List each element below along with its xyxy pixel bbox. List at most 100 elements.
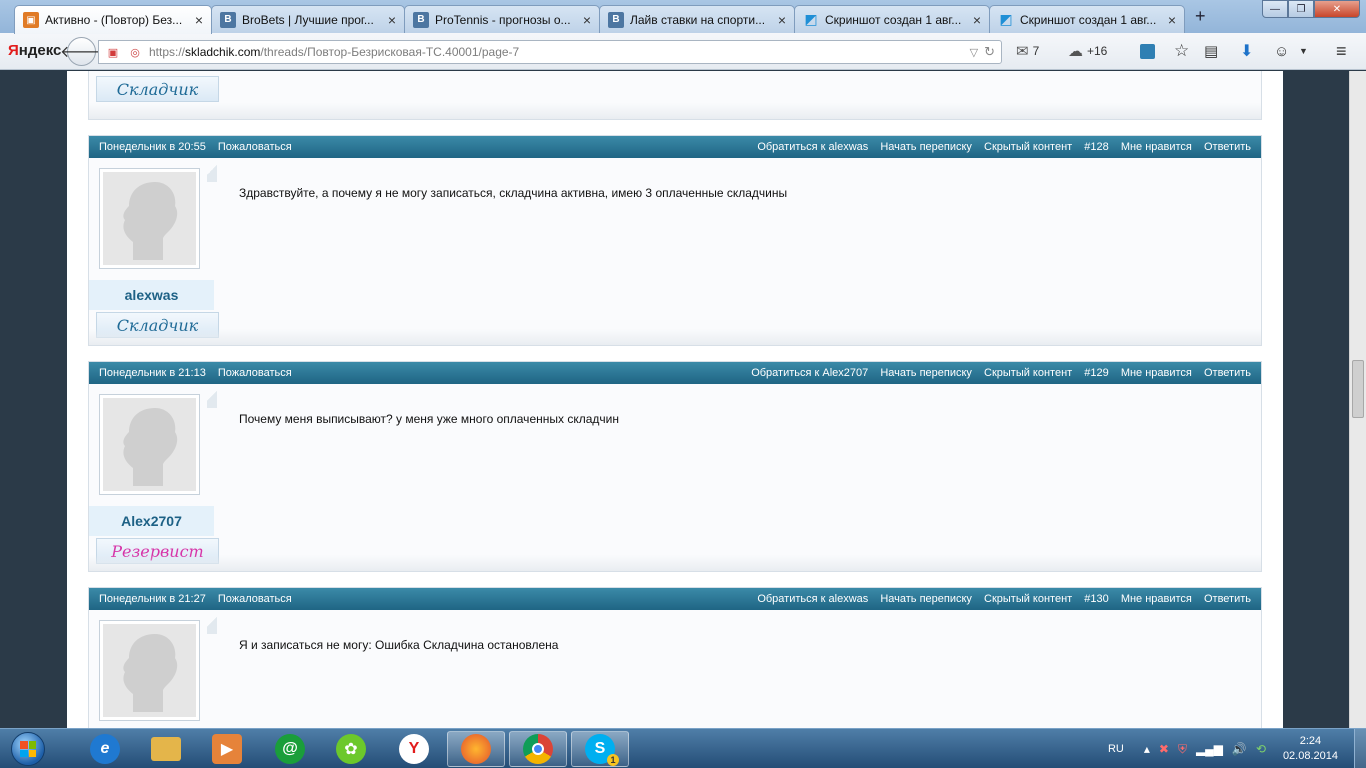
language-indicator[interactable]: RU: [1108, 743, 1124, 755]
tab-5[interactable]: ◩ Скриншот создан 1 авг... ×: [989, 5, 1185, 33]
post-author: Alex2707 Резервист: [89, 384, 219, 571]
weather-widget[interactable]: ☁ +16: [1068, 41, 1107, 61]
avatar[interactable]: [99, 168, 200, 269]
site-identity-icon[interactable]: ◎: [127, 44, 143, 60]
signal-icon[interactable]: ▂▄▆: [1196, 742, 1223, 756]
menu-icon[interactable]: ≡: [1336, 41, 1347, 61]
media-player-icon[interactable]: ▶: [198, 731, 256, 767]
mail-counter[interactable]: ✉ 7: [1016, 41, 1039, 61]
screenshot-icon: ◩: [999, 11, 1013, 27]
close-icon[interactable]: ×: [388, 12, 396, 28]
smiley-icon[interactable]: ☺: [1274, 41, 1289, 61]
like-link[interactable]: Мне нравится: [1121, 593, 1192, 605]
hidden-content-link[interactable]: Скрытый контент: [984, 367, 1072, 379]
back-button[interactable]: 🡐: [60, 37, 103, 66]
post-time[interactable]: Понедельник в 21:13: [99, 367, 206, 379]
skype-icon[interactable]: S1: [571, 731, 629, 767]
like-link[interactable]: Мне нравится: [1121, 367, 1192, 379]
show-desktop-button[interactable]: [1354, 729, 1366, 768]
yandex-browser-icon[interactable]: Y: [385, 731, 443, 767]
cloud-icon: ☁: [1068, 43, 1083, 60]
internet-explorer-icon[interactable]: e: [76, 731, 134, 767]
start-conversation-link[interactable]: Начать переписку: [880, 141, 972, 153]
avatar[interactable]: [99, 620, 200, 721]
tab-4[interactable]: ◩ Скриншот создан 1 авг... ×: [794, 5, 990, 33]
post-number-link[interactable]: #129: [1084, 367, 1108, 379]
chrome-icon[interactable]: [509, 731, 567, 767]
post-time[interactable]: Понедельник в 21:27: [99, 593, 206, 605]
report-link[interactable]: Пожаловаться: [218, 593, 292, 605]
post-message: Здравствуйте, а почему я не могу записат…: [239, 186, 788, 200]
address-bar[interactable]: ▣ ◎ https://skladchik.com/threads/Повтор…: [98, 40, 1002, 64]
tray-chevron-icon[interactable]: ▴: [1144, 742, 1150, 756]
report-link[interactable]: Пожаловаться: [218, 367, 292, 379]
arrow-left-icon: 🡐: [60, 44, 103, 61]
file-explorer-icon[interactable]: [137, 731, 195, 767]
minimize-button[interactable]: —: [1262, 0, 1288, 18]
maximize-button[interactable]: ❐: [1288, 0, 1314, 18]
hidden-content-link[interactable]: Скрытый контент: [984, 141, 1072, 153]
mention-link[interactable]: Обратиться к alexwas: [757, 141, 868, 153]
close-icon[interactable]: ×: [973, 12, 981, 28]
icq-icon[interactable]: ✿: [322, 731, 380, 767]
download-icon[interactable]: ⬇: [1240, 41, 1253, 61]
tab-title: Скриншот создан 1 авг...: [825, 12, 962, 27]
scrollbar-thumb[interactable]: [1352, 360, 1364, 418]
new-tab-button[interactable]: +: [1195, 6, 1206, 27]
clock[interactable]: 2:24 02.08.2014: [1283, 734, 1338, 764]
post-129: Понедельник в 21:13 Пожаловаться Обратит…: [88, 361, 1262, 572]
hidden-content-link[interactable]: Скрытый контент: [984, 593, 1072, 605]
post-128: Понедельник в 20:55 Пожаловаться Обратит…: [88, 135, 1262, 346]
close-icon[interactable]: ×: [1168, 12, 1176, 28]
avatar[interactable]: [99, 394, 200, 495]
reader-icon[interactable]: [1140, 41, 1155, 61]
start-conversation-link[interactable]: Начать переписку: [880, 367, 972, 379]
close-icon[interactable]: ×: [778, 12, 786, 28]
mail-icon: ✉: [1016, 43, 1029, 60]
vk-icon: B: [220, 11, 236, 28]
post-header-bar: Понедельник в 21:13 Пожаловаться Обратит…: [89, 362, 1261, 384]
antivirus-icon[interactable]: ⛨: [1178, 742, 1187, 757]
tab-3[interactable]: B Лайв ставки на спорти... ×: [599, 5, 795, 33]
close-icon[interactable]: ×: [583, 12, 591, 28]
reply-link[interactable]: Ответить: [1204, 141, 1251, 153]
star-icon[interactable]: ☆: [1174, 41, 1189, 61]
page-scrollbar[interactable]: [1349, 71, 1366, 728]
like-link[interactable]: Мне нравится: [1121, 141, 1192, 153]
post-time[interactable]: Понедельник в 20:55: [99, 141, 206, 153]
network-warning-icon[interactable]: ✖: [1159, 742, 1169, 756]
post-number-link[interactable]: #128: [1084, 141, 1108, 153]
username-link[interactable]: Alex2707: [89, 506, 214, 536]
close-window-button[interactable]: ✕: [1314, 0, 1360, 18]
yandex-logo[interactable]: Яндекс: [8, 42, 61, 59]
tab-2[interactable]: B ProTennis - прогнозы о... ×: [404, 5, 600, 33]
firefox-icon[interactable]: [447, 731, 505, 767]
report-link[interactable]: Пожаловаться: [218, 141, 292, 153]
close-icon[interactable]: ×: [195, 12, 203, 28]
chevron-down-icon[interactable]: ▼: [1299, 41, 1308, 61]
url-text[interactable]: https://skladchik.com/threads/Повтор-Без…: [149, 45, 970, 59]
volume-icon[interactable]: 🔊: [1232, 742, 1247, 756]
taskbar: e ▶ @ ✿ Y S1 RU ▴ ✖ ⛨ ▂▄▆ 🔊 ⟲ 2:24 02.08…: [0, 728, 1366, 768]
start-button[interactable]: [2, 730, 54, 768]
window-controls: — ❐ ✕: [1262, 0, 1360, 18]
tab-1[interactable]: B BroBets | Лучшие прог... ×: [211, 5, 405, 33]
vk-icon: B: [413, 11, 429, 28]
screenshot-icon: ◩: [804, 11, 818, 27]
reload-icon[interactable]: ↻: [984, 44, 995, 60]
mail-agent-icon[interactable]: @: [261, 731, 319, 767]
bookmark-ribbon-icon[interactable]: ▣: [105, 44, 121, 60]
mention-link[interactable]: Обратиться к alexwas: [757, 593, 868, 605]
post-header-bar: Понедельник в 20:55 Пожаловаться Обратит…: [89, 136, 1261, 158]
mention-link[interactable]: Обратиться к Alex2707: [751, 367, 868, 379]
bookmarks-list-icon[interactable]: ▤: [1204, 41, 1218, 61]
tab-0[interactable]: ▣ Активно - (Повтор) Без... ×: [14, 5, 212, 34]
reply-link[interactable]: Ответить: [1204, 367, 1251, 379]
sync-icon[interactable]: ⟲: [1256, 742, 1266, 756]
dropdown-arrow-icon[interactable]: ▽: [970, 46, 978, 59]
start-conversation-link[interactable]: Начать переписку: [880, 593, 972, 605]
reply-link[interactable]: Ответить: [1204, 593, 1251, 605]
username-link[interactable]: alexwas: [89, 280, 214, 310]
post-message: Я и записаться не могу: Ошибка Складчина…: [239, 638, 559, 652]
post-number-link[interactable]: #130: [1084, 593, 1108, 605]
